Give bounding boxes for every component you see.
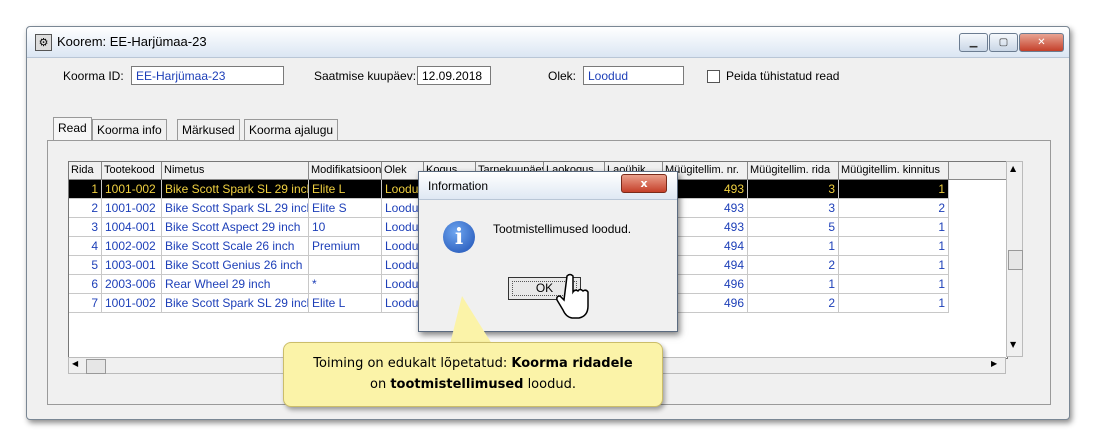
table-cell[interactable]: 2 [748, 294, 839, 313]
table-cell[interactable]: Bike Scott Scale 26 inch [162, 237, 309, 256]
dialog-title-bar[interactable]: Information x [419, 172, 677, 200]
window-title: Koorem: EE-Harjümaa-23 [57, 34, 207, 49]
table-cell[interactable]: 4 [69, 237, 102, 256]
scroll-up-icon[interactable]: ▲ [1010, 164, 1016, 173]
table-cell[interactable]: Elite S [309, 199, 382, 218]
table-cell[interactable]: Rear Wheel 29 inch [162, 275, 309, 294]
callout-text-3: loodud. [523, 377, 576, 392]
table-cell[interactable]: Elite L [309, 180, 382, 199]
table-cell[interactable]: Bike Scott Spark SL 29 inch [162, 180, 309, 199]
table-cell[interactable]: 6 [69, 275, 102, 294]
table-cell[interactable]: Elite L [309, 294, 382, 313]
table-cell[interactable]: 2 [839, 199, 949, 218]
title-bar[interactable]: ⚙ Koorem: EE-Harjümaa-23 ▁ ▢ ✕ [27, 27, 1069, 58]
tab-koorma-info[interactable]: Koorma info [92, 119, 167, 141]
scroll-left-icon[interactable]: ◀ [72, 359, 78, 368]
app-icon: ⚙ [35, 34, 52, 51]
minimize-button[interactable]: ▁ [959, 33, 988, 52]
peida-checkbox[interactable] [707, 70, 720, 83]
table-cell[interactable]: 1 [839, 237, 949, 256]
table-cell[interactable]: 1001-002 [102, 199, 162, 218]
table-cell[interactable]: Premium [309, 237, 382, 256]
callout-note: Toiming on edukalt lõpetatud: Koorma rid… [283, 342, 663, 407]
olek-field[interactable]: Loodud [583, 66, 684, 85]
olek-label: Olek: [548, 69, 577, 83]
koorma-id-field[interactable]: EE-Harjümaa-23 [131, 66, 284, 85]
table-cell[interactable]: 1 [839, 256, 949, 275]
table-cell[interactable]: * [309, 275, 382, 294]
column-header[interactable]: Müügitellim. kinnitus [839, 162, 949, 179]
table-cell[interactable]: 1 [839, 294, 949, 313]
maximize-button[interactable]: ▢ [989, 33, 1018, 52]
tab-markused[interactable]: Märkused [177, 119, 240, 141]
table-cell[interactable]: 1003-001 [102, 256, 162, 275]
table-cell[interactable]: 1 [839, 275, 949, 294]
table-cell[interactable]: 3 [748, 199, 839, 218]
dialog-title: Information [428, 179, 489, 193]
table-cell[interactable]: 1 [748, 275, 839, 294]
scroll-thumb[interactable] [1008, 250, 1023, 270]
close-button[interactable]: ✕ [1019, 33, 1064, 52]
callout-text-2: on [370, 377, 391, 392]
table-cell[interactable]: 10 [309, 218, 382, 237]
hand-cursor-icon [556, 273, 589, 319]
table-cell[interactable]: 1001-002 [102, 294, 162, 313]
table-cell[interactable]: 2 [748, 256, 839, 275]
peida-label: Peida tühistatud read [726, 69, 840, 83]
column-header[interactable]: Modifikatsioon [309, 162, 382, 179]
table-cell[interactable]: 1002-002 [102, 237, 162, 256]
koorma-id-label: Koorma ID: [63, 69, 124, 83]
table-cell[interactable]: 7 [69, 294, 102, 313]
callout-text-1: Toiming on edukalt lõpetatud: [313, 356, 512, 371]
column-header[interactable]: Rida [69, 162, 102, 179]
table-cell[interactable]: 1 [839, 180, 949, 199]
callout-bold-2: tootmistellimused [390, 377, 524, 392]
saatmise-kuupaev-field[interactable]: 12.09.2018 [417, 66, 491, 85]
table-cell[interactable]: 5 [748, 218, 839, 237]
scroll-right-icon[interactable]: ▶ [991, 359, 997, 368]
dialog-message: Tootmistellimused loodud. [493, 222, 632, 236]
tab-read[interactable]: Read [53, 117, 92, 141]
callout-tail [450, 296, 492, 344]
scroll-down-icon[interactable]: ▼ [1010, 340, 1016, 349]
table-cell[interactable]: 2003-006 [102, 275, 162, 294]
table-cell[interactable]: 1001-002 [102, 180, 162, 199]
table-cell[interactable]: 1 [748, 237, 839, 256]
table-cell[interactable]: 1004-001 [102, 218, 162, 237]
dialog-close-button[interactable]: x [621, 174, 667, 193]
vertical-scrollbar[interactable]: ▲ ▼ [1006, 161, 1023, 357]
table-cell[interactable]: 5 [69, 256, 102, 275]
table-cell[interactable]: 1 [839, 218, 949, 237]
column-header[interactable]: Tootekood [102, 162, 162, 179]
column-header[interactable]: Nimetus [162, 162, 309, 179]
table-cell[interactable] [309, 256, 382, 275]
hscroll-thumb[interactable] [86, 359, 106, 374]
callout-bold-1: Koorma ridadele [511, 356, 633, 371]
table-cell[interactable]: Bike Scott Aspect 29 inch [162, 218, 309, 237]
info-icon: i [443, 221, 475, 253]
table-cell[interactable]: 3 [69, 218, 102, 237]
tab-koorma-ajalugu[interactable]: Koorma ajalugu [244, 119, 339, 141]
table-cell[interactable]: Bike Scott Spark SL 29 inch [162, 294, 309, 313]
table-cell[interactable]: 1 [69, 180, 102, 199]
column-header[interactable]: Müügitellim. rida [748, 162, 839, 179]
table-cell[interactable]: 2 [69, 199, 102, 218]
table-cell[interactable]: 3 [748, 180, 839, 199]
saatmise-kuupaev-label: Saatmise kuupäev: [314, 69, 417, 83]
table-cell[interactable]: Bike Scott Genius 26 inch [162, 256, 309, 275]
table-cell[interactable]: Bike Scott Spark SL 29 inch [162, 199, 309, 218]
